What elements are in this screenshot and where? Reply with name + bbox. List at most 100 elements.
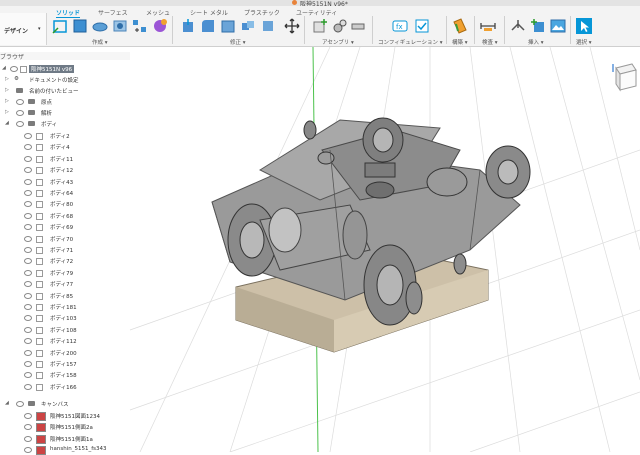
eye-icon[interactable] [24, 201, 32, 208]
tab-solid[interactable]: ソリッド [56, 8, 81, 18]
sketch-icon[interactable] [52, 18, 68, 34]
eye-icon[interactable] [24, 144, 32, 151]
eye-icon[interactable] [24, 212, 32, 219]
tab-plastic[interactable]: プラスチック [244, 8, 280, 17]
body-label: ボディ43 [50, 179, 74, 186]
tab-mesh[interactable]: メッシュ [146, 8, 170, 17]
eye-icon[interactable] [10, 66, 18, 72]
plane-icon[interactable] [452, 18, 468, 34]
body-label: ボディ64 [50, 191, 74, 197]
expand-icon[interactable]: ▷ [5, 109, 9, 115]
collapse-icon[interactable]: ◢ [5, 120, 9, 126]
collapse-icon[interactable]: ◢ [2, 65, 6, 71]
canvas-thumbnail-icon [36, 423, 46, 433]
eye-icon[interactable] [24, 424, 32, 431]
tab-sheet-metal[interactable]: シート メタル [190, 8, 228, 17]
group-separator [172, 16, 173, 44]
group-label-modify[interactable]: 修正 ▾ [230, 38, 246, 46]
eye-icon[interactable] [24, 349, 32, 356]
eye-icon[interactable] [24, 178, 32, 185]
eye-icon[interactable] [24, 326, 32, 333]
eye-icon[interactable] [24, 269, 32, 276]
eye-icon[interactable] [24, 383, 32, 390]
new-component-icon[interactable] [312, 18, 328, 34]
body-label: ボディ4 [50, 145, 70, 152]
eye-icon[interactable] [24, 292, 32, 299]
scale-icon[interactable] [260, 18, 276, 34]
component-icon [20, 66, 27, 73]
eye-icon[interactable] [24, 413, 32, 419]
browser-header[interactable]: ブラウザ [0, 52, 130, 61]
group-label-assemble[interactable]: アセンブリ ▾ [322, 38, 354, 46]
tab-utility[interactable]: ユーティリティ [296, 8, 337, 17]
document-icon [292, 0, 297, 5]
eye-icon[interactable] [24, 224, 32, 231]
group-label-construct[interactable]: 構築 ▾ [452, 38, 468, 46]
expand-icon[interactable]: ▷ [5, 87, 9, 93]
hole-icon[interactable] [112, 18, 128, 34]
expand-icon[interactable]: ▷ [5, 76, 9, 82]
bogie-model[interactable] [211, 117, 531, 353]
analysis-label: 解析 [41, 111, 53, 117]
fillet-icon[interactable] [200, 18, 216, 34]
eye-icon[interactable] [16, 110, 24, 116]
body-icon [36, 281, 43, 289]
group-assemble-text: アセンブリ [322, 40, 350, 46]
group-label-select[interactable]: 選択 ▾ [576, 38, 592, 46]
group-label-inspect[interactable]: 検査 ▾ [482, 38, 498, 46]
body-icon [36, 224, 43, 232]
group-separator [570, 16, 571, 44]
workspace-switcher[interactable]: デザイン ▾ [0, 13, 47, 45]
eye-icon[interactable] [24, 247, 32, 253]
press-pull-icon[interactable] [180, 18, 196, 34]
eye-icon[interactable] [24, 167, 32, 174]
eye-icon[interactable] [24, 258, 32, 265]
body-label: ボディ12 [50, 168, 74, 175]
create-form-icon[interactable] [152, 18, 168, 34]
eye-icon[interactable] [24, 372, 32, 379]
eye-icon[interactable] [24, 361, 32, 367]
document-settings-label: ドキュメントの設定 [29, 78, 79, 84]
combine-icon[interactable] [240, 18, 256, 34]
group-label-create[interactable]: 作成 ▾ [92, 38, 108, 46]
parameters-icon[interactable]: fx [392, 18, 408, 34]
shell-icon[interactable] [220, 18, 236, 34]
collapse-icon[interactable]: ◢ [5, 400, 9, 406]
select-icon[interactable] [576, 18, 592, 34]
eye-icon[interactable] [24, 133, 32, 139]
folder-icon [28, 401, 35, 406]
joint-icon[interactable] [332, 18, 348, 34]
extrude-icon[interactable] [72, 18, 88, 34]
eye-icon[interactable] [24, 338, 32, 345]
view-cube[interactable] [612, 62, 638, 92]
group-select-text: 選択 [576, 40, 588, 46]
eye-icon[interactable] [24, 190, 32, 196]
eye-icon[interactable] [24, 155, 32, 162]
tab-surface[interactable]: サーフェス [98, 8, 128, 17]
move-icon[interactable] [284, 18, 300, 34]
insert-derive-icon[interactable] [510, 18, 526, 34]
eye-icon[interactable] [24, 315, 32, 322]
eye-icon[interactable] [16, 99, 24, 105]
pattern-icon[interactable] [132, 18, 148, 34]
configuration-table-icon[interactable] [414, 18, 430, 34]
eye-icon[interactable] [24, 235, 32, 242]
insert-icon[interactable] [530, 18, 546, 34]
motion-link-icon[interactable] [350, 18, 366, 34]
eye-icon[interactable] [24, 281, 32, 288]
revolve-icon[interactable] [92, 18, 108, 34]
expand-icon[interactable]: ▷ [5, 98, 9, 104]
canvas-thumbnail-icon [36, 434, 46, 444]
named-views-label: 名前の付いたビュー [29, 89, 79, 95]
canvas-image-icon[interactable] [550, 18, 566, 34]
group-label-insert[interactable]: 挿入 ▾ [528, 38, 544, 46]
group-label-configure[interactable]: コンフィギュレーション ▾ [378, 38, 443, 46]
eye-icon[interactable] [24, 304, 32, 310]
measure-icon[interactable] [480, 18, 496, 34]
origin-label: 原点 [41, 100, 53, 106]
eye-icon[interactable] [16, 121, 24, 127]
eye-icon[interactable] [16, 401, 24, 407]
browser-panel: ブラウザ ◢ 阪神5151N v96 ▷ ⚙ ドキュメントの設定 ▷ 名前の付い… [0, 52, 130, 455]
body-label: ボディ157 [50, 362, 77, 368]
eye-icon[interactable] [24, 435, 32, 442]
